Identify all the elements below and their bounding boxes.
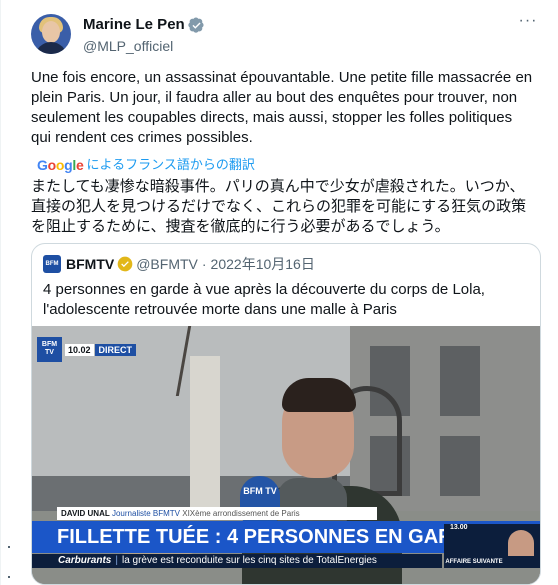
- separator-dot: ·: [201, 256, 207, 272]
- channel-bug: BFM TV 10.02 DIRECT: [37, 337, 137, 362]
- gold-verified-badge-icon: [117, 256, 133, 272]
- quoted-tweet-text: 4 personnes en garde à vue après la déco…: [43, 281, 485, 318]
- translation-label[interactable]: によるフランス語からの翻訳: [86, 157, 254, 173]
- reporter-name: DAVID UNAL: [61, 509, 110, 518]
- more-options-icon: ···: [518, 12, 538, 29]
- bfmtv-avatar[interactable]: BFM: [43, 255, 61, 273]
- live-badge: DIRECT: [94, 343, 137, 356]
- news-ticker: Carburants | la grève est reconduite sur l…: [32, 554, 442, 568]
- translation-attribution[interactable]: Google によるフランス語からの翻訳: [37, 157, 255, 173]
- author-name-text[interactable]: Marine Le Pen: [83, 15, 185, 35]
- tweet: Marine Le Pen @MLP_officiel ··· Une fois…: [0, 0, 558, 585]
- reporter-location: XIXème arrondissement de Paris: [182, 509, 300, 518]
- lower-third: DAVID UNAL Journaliste BFMTV XIXème arro…: [32, 507, 540, 584]
- reporter-hair: [282, 378, 356, 412]
- quoted-author-handle[interactable]: @BFMTV: [136, 255, 198, 273]
- next-segment-time: 13.00: [450, 524, 468, 531]
- edge-marker: [8, 546, 10, 548]
- channel-logo: BFM TV: [37, 337, 62, 362]
- reporter-caption: DAVID UNAL Journaliste BFMTV XIXème arro…: [57, 507, 377, 520]
- tweet-header: Marine Le Pen @MLP_officiel ···: [31, 12, 544, 58]
- author-handle[interactable]: @MLP_officiel: [83, 37, 205, 55]
- quoted-video[interactable]: BFM TV BFM TV 10.02 DIRECT DAVID UNAL Jo…: [32, 326, 540, 584]
- author-display-name[interactable]: Marine Le Pen: [83, 15, 205, 35]
- next-segment-label: AFFAIRE SUIVANTE: [445, 559, 503, 565]
- translated-text: またしても凄惨な暗殺事件。パリの真ん中で少女が虐殺された。いつか、直接の犯人を見…: [31, 178, 527, 235]
- google-logo-icon: Google: [37, 157, 84, 173]
- reporter-role: Journaliste BFMTV: [111, 509, 181, 518]
- broadcast-clock: 10.02: [65, 343, 94, 356]
- tweet-text: Une fois encore, un assassinat épouvanta…: [31, 69, 533, 146]
- ticker-topic: Carburants: [58, 555, 112, 566]
- avatar[interactable]: [31, 14, 71, 54]
- quoted-tweet-header: BFM BFMTV @BFMTV · 2022年10月16日: [43, 255, 315, 273]
- next-segment-box: 13.00 AFFAIRE SUIVANTE: [444, 524, 540, 568]
- more-options-button[interactable]: ···: [516, 12, 540, 34]
- quoted-date[interactable]: 2022年10月16日: [211, 255, 315, 273]
- author-names: Marine Le Pen @MLP_officiel: [83, 15, 205, 55]
- quoted-author-name[interactable]: BFMTV: [66, 255, 114, 273]
- next-segment-guest: [508, 530, 534, 556]
- quoted-tweet[interactable]: BFM BFMTV @BFMTV · 2022年10月16日 4 personn…: [31, 243, 541, 585]
- edge-marker: [8, 576, 10, 578]
- verified-badge-icon: [188, 16, 204, 33]
- ticker-text: la grève est reconduite sur les cinq sit…: [121, 555, 377, 566]
